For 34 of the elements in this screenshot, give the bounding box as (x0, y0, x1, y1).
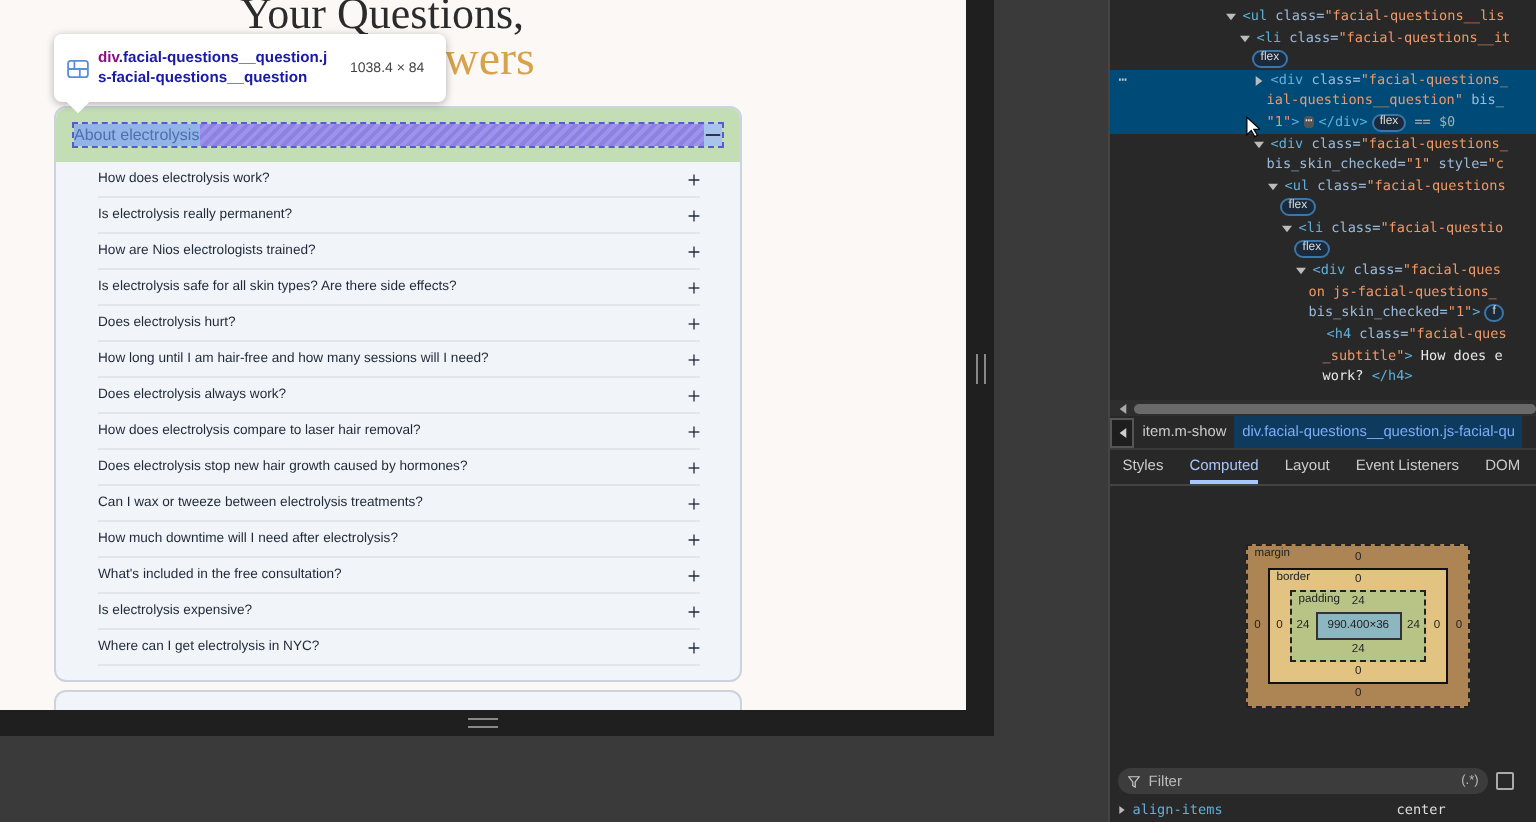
plus-icon (688, 281, 700, 293)
section-title: About electrolysis (74, 124, 200, 146)
expanded-triangle-icon[interactable] (1254, 139, 1265, 150)
plus-icon (688, 569, 700, 581)
plus-icon (688, 533, 700, 545)
expanded-triangle-icon[interactable] (1226, 12, 1237, 22)
flex-container-icon (66, 59, 90, 77)
expanded-triangle-icon[interactable] (1296, 266, 1307, 277)
collapsed-triangle-icon[interactable] (1118, 805, 1127, 813)
scroll-left-button[interactable] (1110, 417, 1135, 447)
plus-icon (688, 605, 700, 617)
collapsed-triangle-icon[interactable] (1254, 75, 1265, 86)
filter-icon (1128, 775, 1141, 787)
expanded-triangle-icon[interactable] (1268, 181, 1279, 192)
plus-icon (688, 353, 700, 365)
cursor-icon (1246, 116, 1261, 138)
plus-icon (688, 497, 700, 509)
plus-icon (688, 461, 700, 473)
plus-icon (688, 173, 700, 185)
plus-icon (688, 245, 700, 257)
page-heading-accent: wers (444, 34, 537, 86)
resize-handle[interactable] (468, 718, 498, 728)
expanded-triangle-icon[interactable] (1240, 33, 1251, 44)
plus-icon (688, 425, 700, 437)
show-all-checkbox[interactable] (1496, 772, 1515, 790)
resize-handle[interactable] (975, 353, 985, 383)
plus-icon (688, 317, 700, 329)
plus-icon (688, 641, 700, 653)
horizontal-scrollbar[interactable] (1110, 400, 1536, 416)
expanded-triangle-icon[interactable] (1282, 223, 1293, 234)
minus-icon (704, 124, 722, 146)
plus-icon (688, 389, 700, 401)
caret-left-icon (1117, 427, 1128, 437)
plus-icon (688, 209, 700, 221)
